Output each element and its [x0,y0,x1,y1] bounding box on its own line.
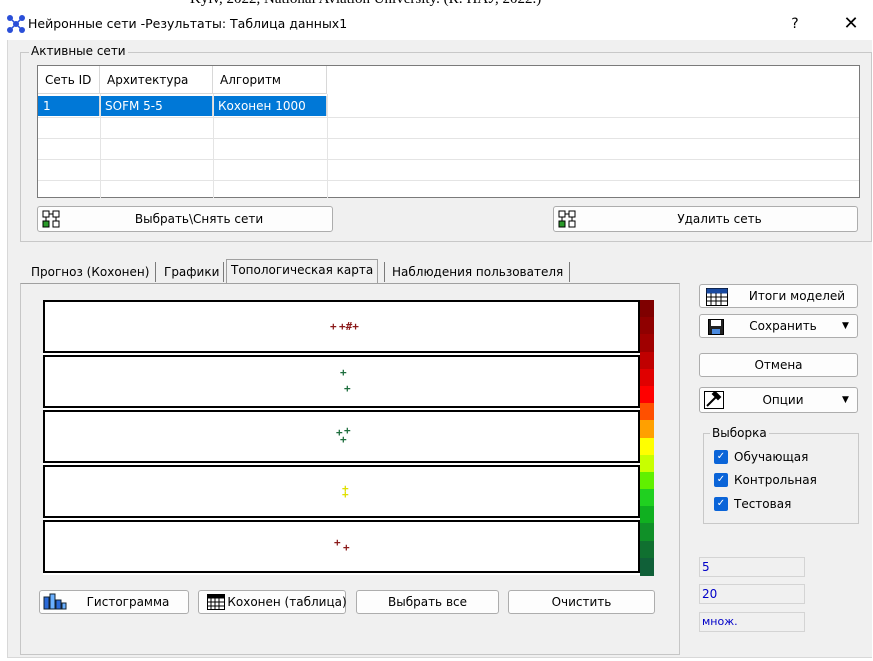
window-title: Нейронные сети -Результаты: Таблица данн… [28,16,348,31]
histogram-label: Гистограмма [86,595,170,609]
cancel-button[interactable]: Отмена [699,353,858,377]
column-header-id[interactable]: Сеть ID [38,66,100,94]
delete-net-button[interactable]: Удалить сеть [553,206,858,232]
topo-marker: + [334,536,341,549]
color-scale-cell [640,506,654,524]
column-header-algorithm[interactable]: Алгоритм [213,66,327,94]
topological-map[interactable]: + +#+ + + + + + + + + + [43,300,640,575]
row-divider [38,138,859,139]
topo-map-row[interactable] [43,520,640,573]
tab-topological-map[interactable]: Топологическая карта [226,259,379,284]
clear-label: Очистить [551,595,612,609]
validation-checkbox[interactable]: ✓ [714,473,728,487]
column-header-architecture[interactable]: Архитектура [100,66,213,94]
network-icon [558,210,576,231]
sample-group-legend: Выборка [710,426,769,440]
topo-marker: + [340,366,347,379]
table-cell-algorithm[interactable]: Кохонен 1000 [213,96,327,116]
tab-separator [384,262,385,282]
color-scale-cell [640,523,654,542]
options-hammer-icon [704,390,724,412]
options-button[interactable]: Опции ▼ [699,387,858,413]
active-nets-legend: Активные сети [29,44,128,58]
network-icon [42,210,60,231]
nets-list[interactable]: Сеть ID Архитектура Алгоритм 1 SOFM 5-5 … [37,65,860,198]
row-divider [38,159,859,160]
tab-user-observations[interactable]: Наблюдения пользователя [388,262,567,284]
table-cell-id[interactable]: 1 [38,96,100,116]
color-scale-cell [640,317,654,335]
dropdown-caret-icon: ▼ [842,321,849,331]
topo-map-row[interactable] [43,355,640,408]
overlay-caption: Kyiv, 2022, National Aviation University… [190,0,541,8]
tab-separator [569,262,570,282]
tab-forecast[interactable]: Прогноз (Кохонен) [27,262,153,284]
row-divider [38,117,859,118]
dropdown-caret-icon: ▼ [842,395,849,405]
model-summary-button[interactable]: Итоги моделей [699,284,858,308]
topo-marker: + [343,541,350,554]
close-button[interactable]: ✕ [833,10,869,38]
help-button[interactable]: ? [780,12,810,36]
validation-label: Контрольная [734,473,817,487]
info-value-1: 5 [699,557,805,577]
delete-net-label: Удалить сеть [677,212,762,226]
color-scale-cell [640,557,654,576]
model-summary-label: Итоги моделей [748,289,846,303]
tab-separator [223,262,224,282]
histogram-icon [43,593,67,614]
color-scale-cell [640,437,654,456]
test-label: Тестовая [734,497,792,511]
training-label: Обучающая [734,450,809,464]
topo-marker: + [330,320,337,333]
color-scale-cell [640,385,654,404]
table-grid-icon [207,594,225,613]
histogram-button[interactable]: Гистограмма [39,590,189,614]
color-scale [640,300,654,576]
color-scale-cell [640,420,654,438]
neural-net-app-icon [6,14,26,34]
color-scale-cell [640,489,654,507]
select-nets-button[interactable]: Выбрать\Снять сети [37,206,333,232]
save-label: Сохранить [749,319,817,333]
color-scale-cell [640,351,654,370]
save-button[interactable]: Сохранить ▼ [699,314,858,338]
color-scale-cell [640,368,654,387]
kohonen-table-button[interactable]: Кохонен (таблица) [198,590,347,614]
color-scale-cell [640,471,654,490]
summary-table-icon [706,288,728,309]
column-divider [327,94,328,198]
clear-button[interactable]: Очистить [508,590,655,614]
floppy-disk-icon [708,319,724,338]
column-divider [213,94,214,198]
color-scale-cell [640,540,654,559]
table-cell-architecture[interactable]: SOFM 5-5 [100,96,213,116]
topo-marker: + [344,382,351,395]
column-divider [100,94,101,198]
select-nets-label: Выбрать\Снять сети [134,212,264,226]
tab-charts[interactable]: Графики [160,262,223,284]
training-checkbox[interactable]: ✓ [714,450,728,464]
row-divider [38,180,859,181]
color-scale-cell [640,300,654,318]
select-all-label: Выбрать все [387,595,467,609]
test-checkbox[interactable]: ✓ [714,497,728,511]
color-scale-cell [640,403,654,421]
info-value-2: 20 [699,584,805,604]
topo-marker: +#+ [339,320,359,333]
cancel-label: Отмена [754,358,803,372]
info-value-3: множ. [699,612,805,632]
select-all-button[interactable]: Выбрать все [356,590,499,614]
tab-separator [155,262,156,282]
options-label: Опции [762,393,804,407]
color-scale-cell [640,454,654,473]
topo-marker: + [340,433,347,446]
color-scale-cell [640,334,654,353]
topo-marker: + [342,488,349,501]
kohonen-table-label: Кохонен (таблица) [227,595,347,609]
